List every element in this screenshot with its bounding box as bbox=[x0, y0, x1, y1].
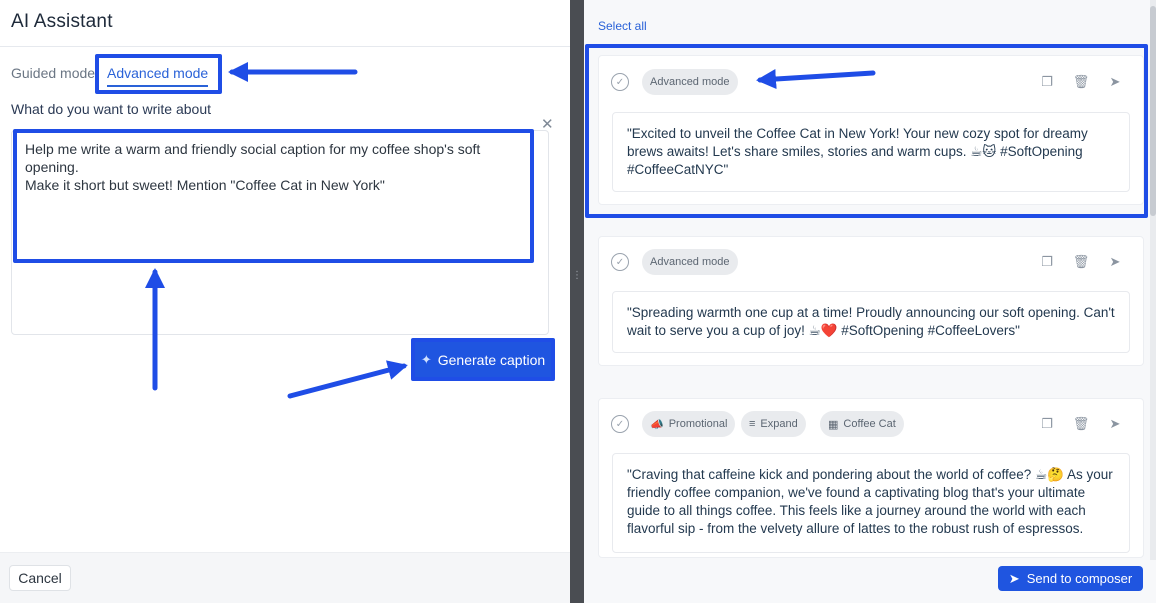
paper-plane-icon[interactable]: ➤ bbox=[1107, 416, 1123, 432]
annotation-highlight-box bbox=[585, 44, 1148, 218]
cancel-button[interactable]: Cancel bbox=[9, 565, 71, 591]
paper-plane-icon: ➤ bbox=[1008, 570, 1020, 586]
result-text[interactable]: "Spreading warmth one cup at a time! Pro… bbox=[612, 291, 1130, 353]
result-text[interactable]: "Craving that caffeine kick and ponderin… bbox=[612, 453, 1130, 553]
copy-icon[interactable]: ❐ bbox=[1039, 254, 1055, 270]
send-to-composer-label: Send to composer bbox=[1026, 571, 1133, 586]
annotation-highlight-box bbox=[95, 54, 222, 94]
tag-chip: Advanced mode bbox=[642, 249, 738, 275]
tag-chip-label: Promotional bbox=[668, 418, 728, 430]
tag-chip-brand: ▦ Coffee Cat bbox=[820, 411, 904, 437]
left-footer bbox=[0, 552, 570, 603]
tag-chip-label: Expand bbox=[760, 418, 798, 430]
panel-divider[interactable] bbox=[570, 0, 584, 603]
tab-guided-mode[interactable]: Guided mode bbox=[11, 65, 95, 81]
paper-plane-icon[interactable]: ➤ bbox=[1107, 254, 1123, 270]
drag-handle-icon[interactable]: ⋮ bbox=[572, 270, 582, 284]
app-title: AI Assistant bbox=[11, 11, 113, 32]
send-to-composer-button[interactable]: ➤ Send to composer bbox=[998, 566, 1143, 591]
trash-icon[interactable]: 🗑 bbox=[1073, 416, 1090, 432]
building-icon: ▦ bbox=[828, 418, 839, 431]
tag-chip-label: Coffee Cat bbox=[843, 418, 896, 430]
megaphone-icon: 📣 bbox=[650, 418, 664, 431]
text-lines-icon: ≡ bbox=[749, 418, 756, 430]
trash-icon[interactable]: 🗑 bbox=[1073, 254, 1090, 270]
tag-chip-label: Advanced mode bbox=[650, 256, 730, 268]
check-circle-icon[interactable]: ✓ bbox=[611, 415, 629, 433]
copy-icon[interactable]: ❐ bbox=[1039, 416, 1055, 432]
tag-chip-expand: ≡ Expand bbox=[741, 411, 806, 437]
prompt-label: What do you want to write about bbox=[11, 101, 211, 117]
tag-chip-promotional: 📣 Promotional bbox=[642, 411, 736, 437]
annotation-highlight-box bbox=[411, 338, 555, 381]
annotation-highlight-box bbox=[13, 129, 534, 263]
select-all-link[interactable]: Select all bbox=[598, 19, 647, 33]
results-scrollbar-thumb[interactable] bbox=[1150, 6, 1156, 216]
check-circle-icon[interactable]: ✓ bbox=[611, 253, 629, 271]
